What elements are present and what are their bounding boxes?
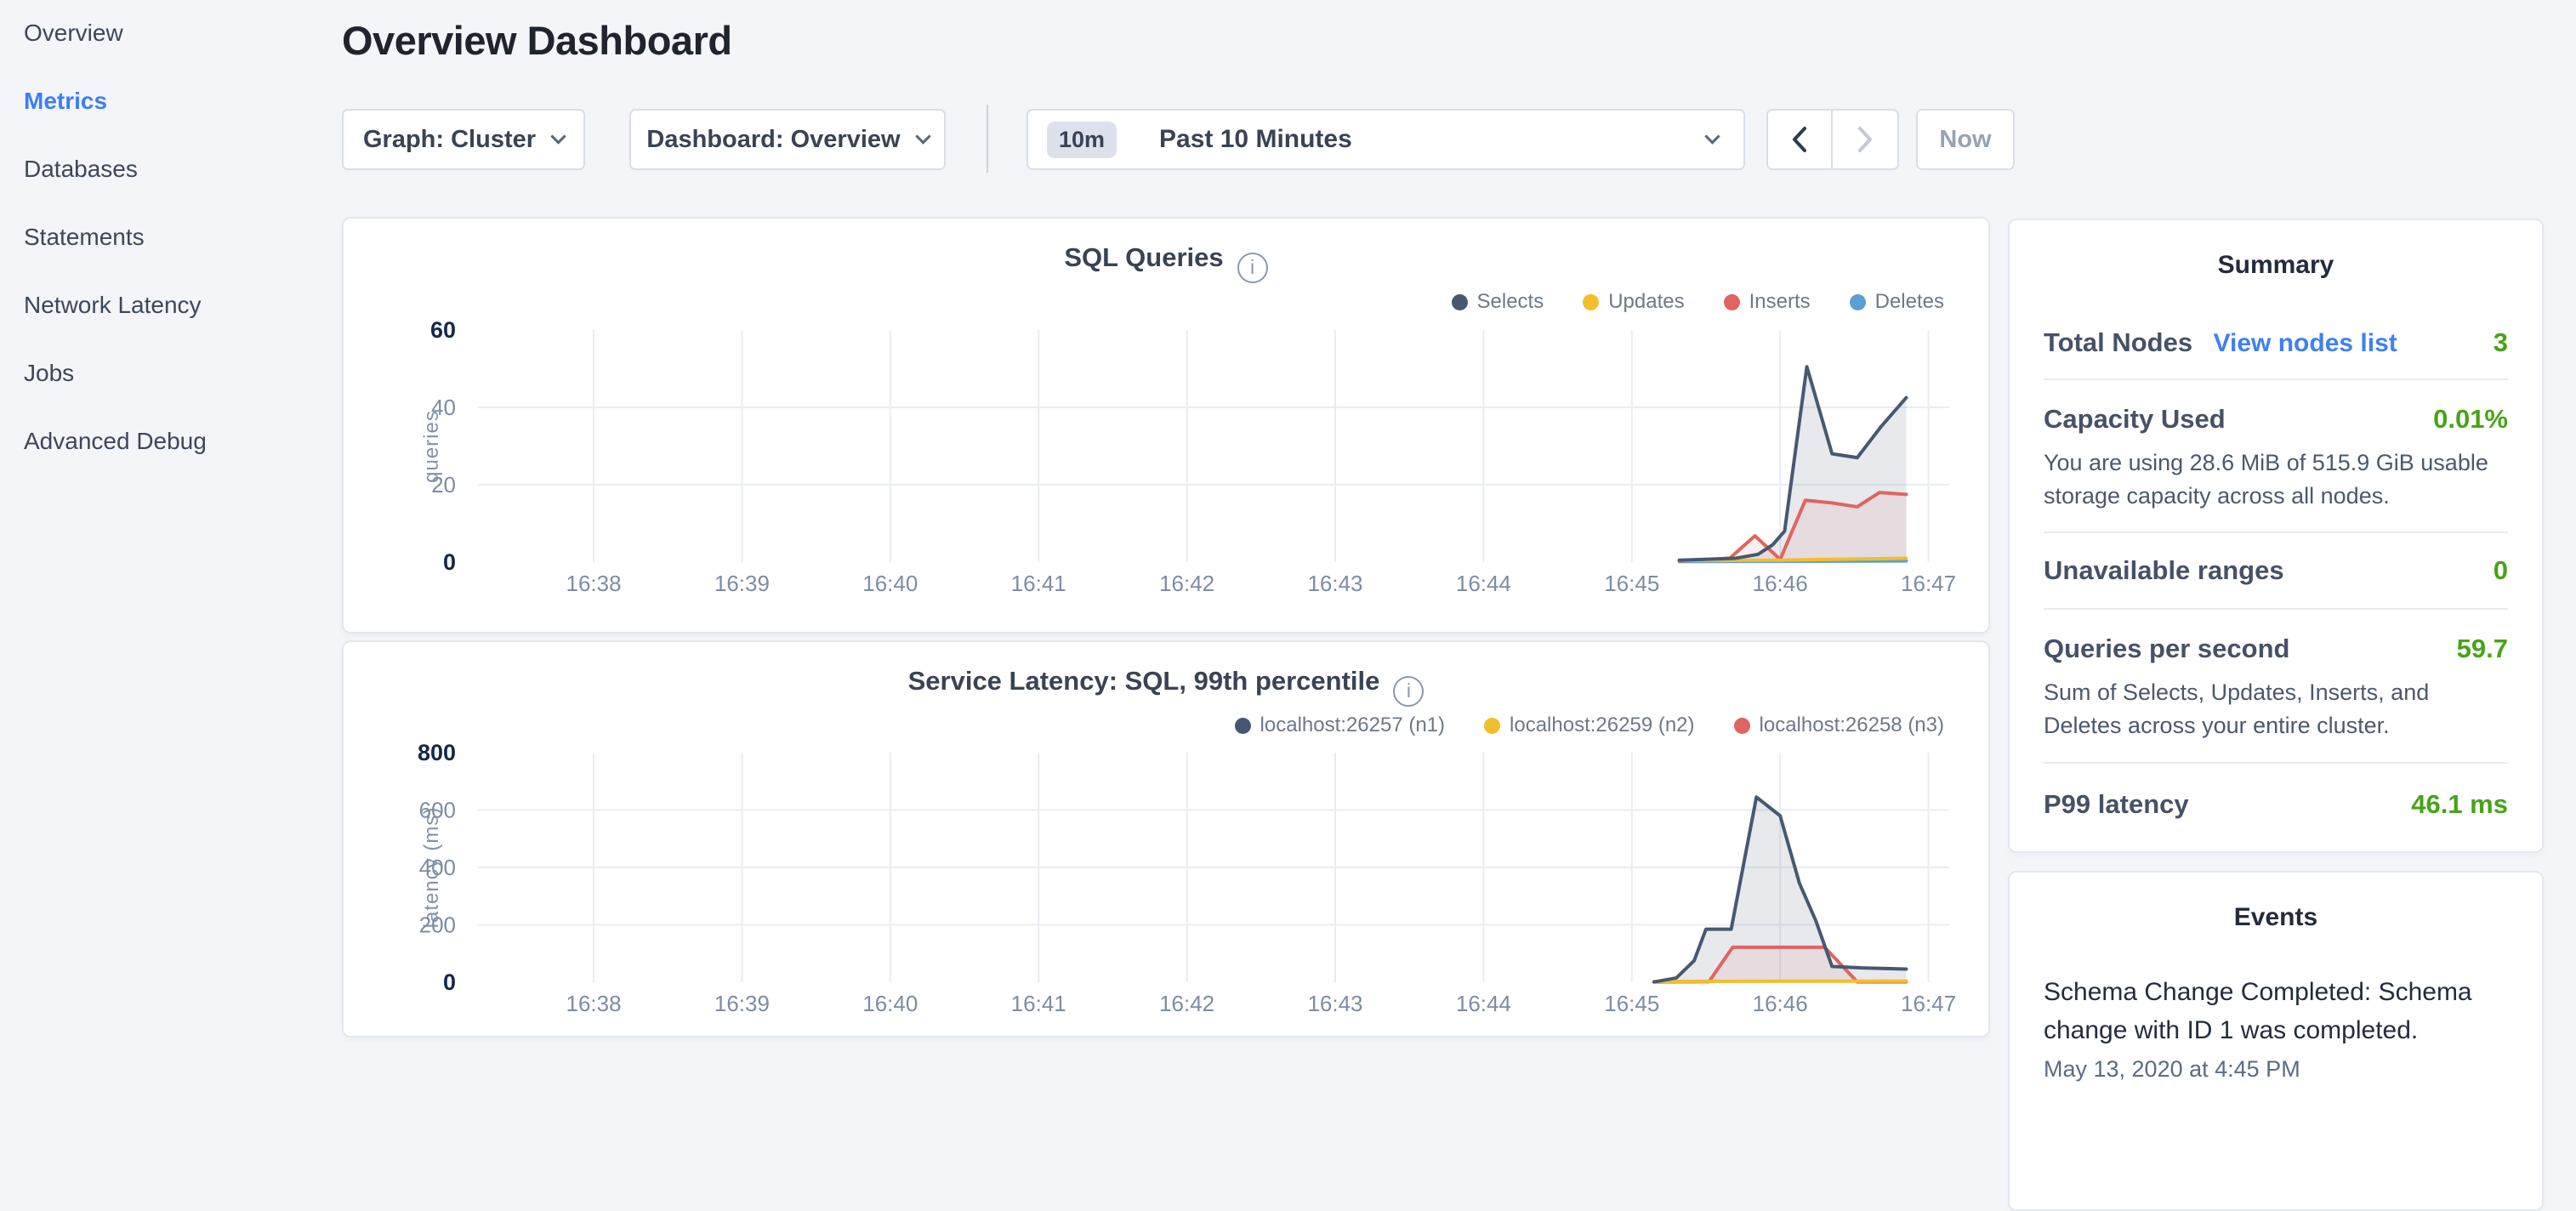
chevron-down-icon (550, 128, 566, 144)
controls-divider (987, 105, 988, 173)
events-panel: Events Schema Change Completed: Schema c… (2008, 871, 2544, 1211)
summary-row-subtext: Sum of Selects, Updates, Inserts, and De… (2044, 676, 2508, 742)
x-tick-label: 16:45 (1604, 991, 1659, 1016)
x-tick-label: 16:39 (714, 571, 770, 596)
service-latency-chart-plot[interactable]: 16:38 16:39 16:40 16:41 16:42 16:43 16:44 16:45… (344, 642, 1992, 1039)
x-tick-label: 16:38 (566, 571, 621, 596)
x-tick-label: 16:40 (862, 991, 918, 1016)
page-title: Overview Dashboard (342, 17, 732, 64)
divider (2044, 378, 2508, 380)
event-message: Schema Change Completed: Schema change w… (2044, 973, 2508, 1049)
summary-row-queries-per-second: Queries per second 59.7 (2044, 634, 2508, 664)
x-tick-label: 16:42 (1159, 991, 1214, 1016)
chevron-down-icon (1704, 128, 1720, 144)
y-tick-label: 20 (431, 472, 456, 497)
time-step-buttons (1766, 109, 1899, 170)
summary-panel: Summary Total Nodes View nodes list 3 Ca… (2008, 219, 2544, 853)
y-tick-label: 400 (419, 855, 456, 880)
view-nodes-list-link[interactable]: View nodes list (2214, 329, 2397, 357)
chevron-down-icon (915, 128, 930, 144)
divider (2044, 762, 2508, 764)
sidebar-item-advanced-debug[interactable]: Advanced Debug (24, 426, 207, 457)
divider (2044, 608, 2508, 610)
x-tick-label: 16:47 (1901, 991, 1956, 1016)
sidebar-item-metrics[interactable]: Metrics (24, 86, 107, 117)
summary-row-capacity-used: Capacity Used 0.01% (2044, 404, 2508, 435)
summary-row-value: 3 (2494, 327, 2508, 358)
x-tick-label: 16:47 (1901, 571, 1956, 596)
divider (2044, 532, 2508, 533)
x-tick-label: 16:38 (566, 991, 621, 1016)
sidebar-item-statements[interactable]: Statements (24, 222, 145, 253)
sidebar-item-overview[interactable]: Overview (24, 18, 123, 48)
x-tick-label: 16:46 (1753, 991, 1808, 1016)
summary-row-p99-latency: P99 latency 46.1 ms (2044, 789, 2508, 820)
summary-row-label: Queries per second (2044, 634, 2289, 664)
events-title: Events (2044, 903, 2508, 932)
summary-row-total-nodes: Total Nodes View nodes list 3 (2044, 327, 2508, 358)
y-tick-label: 600 (419, 798, 456, 823)
dashboard-dropdown[interactable]: Dashboard: Overview (629, 109, 946, 170)
service-latency-chart-card: Service Latency: SQL, 99th percentilei l… (342, 640, 1990, 1038)
graph-scope-dropdown[interactable]: Graph: Cluster (342, 109, 585, 170)
graph-scope-dropdown-label: Graph: Cluster (363, 126, 536, 154)
y-tick-label: 0 (443, 969, 456, 995)
chevron-right-icon (1854, 125, 1876, 154)
x-tick-label: 16:42 (1159, 571, 1214, 596)
x-tick-label: 16:41 (1011, 991, 1066, 1016)
x-tick-label: 16:43 (1307, 991, 1362, 1016)
y-tick-label: 800 (418, 740, 456, 765)
x-tick-label: 16:44 (1456, 991, 1511, 1016)
summary-row-unavailable-ranges: Unavailable ranges 0 (2044, 555, 2508, 586)
summary-row-value: 0 (2494, 555, 2508, 586)
y-tick-label: 200 (419, 913, 456, 938)
time-range-badge: 10m (1047, 122, 1117, 158)
summary-row-value: 0.01% (2433, 404, 2508, 435)
summary-row-label: Unavailable ranges (2044, 555, 2284, 586)
y-tick-label: 0 (443, 549, 456, 575)
sidebar-item-network-latency[interactable]: Network Latency (24, 290, 202, 321)
y-tick-label: 60 (430, 317, 456, 343)
now-button-label: Now (1939, 126, 1991, 154)
x-tick-label: 16:45 (1604, 571, 1659, 596)
sql-queries-chart-plot[interactable]: 16:38 16:39 16:40 16:41 16:42 16:43 16:44 16:45… (344, 219, 1992, 635)
y-tick-label: 40 (431, 395, 456, 420)
summary-row-subtext: You are using 28.6 MiB of 515.9 GiB usab… (2044, 446, 2508, 513)
time-step-forward-button[interactable] (1833, 111, 1897, 168)
sidebar-item-jobs[interactable]: Jobs (24, 358, 74, 389)
sql-queries-chart-card: SQL Queriesi SelectsUpdatesInsertsDelete… (342, 217, 1990, 634)
dashboard-dropdown-label: Dashboard: Overview (646, 126, 900, 154)
x-tick-label: 16:44 (1456, 571, 1511, 596)
summary-row-label: Total Nodes (2044, 327, 2192, 357)
time-step-back-button[interactable] (1768, 111, 1833, 168)
summary-row-value: 59.7 (2457, 634, 2508, 664)
summary-title: Summary (2044, 251, 2508, 280)
summary-row-label: Capacity Used (2044, 404, 2226, 435)
summary-row-label: P99 latency (2044, 789, 2189, 820)
summary-row-value: 46.1 ms (2411, 789, 2508, 820)
overview-dashboard-page: { "sidebar": { "items": [ { "label": "Ov… (0, 0, 2576, 1051)
event-timestamp: May 13, 2020 at 4:45 PM (2044, 1056, 2508, 1083)
sidebar-item-databases[interactable]: Databases (24, 154, 138, 185)
chevron-left-icon (1788, 125, 1811, 154)
time-range-selector[interactable]: 10m Past 10 Minutes (1026, 109, 1745, 170)
now-button[interactable]: Now (1916, 109, 2015, 170)
x-tick-label: 16:41 (1011, 571, 1066, 596)
time-range-label: Past 10 Minutes (1159, 125, 1352, 154)
x-tick-label: 16:43 (1307, 571, 1362, 596)
x-tick-label: 16:46 (1753, 571, 1808, 596)
x-tick-label: 16:40 (862, 571, 918, 596)
x-tick-label: 16:39 (714, 991, 770, 1016)
